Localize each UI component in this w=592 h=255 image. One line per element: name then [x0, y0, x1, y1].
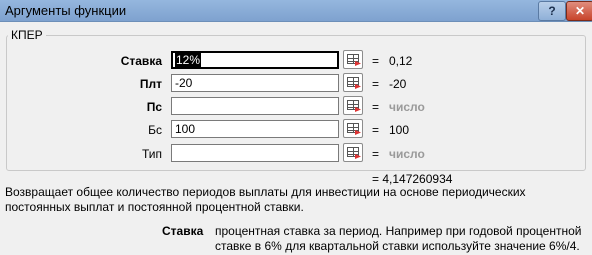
range-select-button-bs[interactable] [343, 119, 363, 138]
arg-input-stavka[interactable]: 12% [171, 51, 339, 69]
arg-value-plt: -20 [389, 77, 407, 91]
equals-sign: = [372, 100, 380, 114]
equals-sign: = [372, 54, 380, 68]
arg-input-bs[interactable]: 100 [171, 120, 339, 138]
range-select-button-plt[interactable] [343, 73, 363, 92]
equals-sign: = [372, 123, 380, 137]
current-arg-description: процентная ставка за период. Например пр… [215, 224, 582, 253]
arg-label-tip: Тип [141, 147, 162, 161]
arg-label-plt: Плт [139, 77, 162, 91]
arg-label-stavka: Ставка [120, 54, 162, 68]
function-description: Возвращает общее количество периодов вып… [5, 185, 526, 214]
arg-input-stavka-value: 12% [175, 53, 202, 67]
arg-label-ps: Пс [146, 100, 162, 114]
arg-value-tip: число [389, 147, 425, 161]
range-select-button-ps[interactable] [343, 96, 363, 115]
range-select-button-stavka[interactable] [343, 50, 363, 69]
current-arg-name: Ставка [162, 224, 204, 238]
arg-input-tip[interactable] [171, 144, 339, 162]
range-select-button-tip[interactable] [343, 143, 363, 162]
arg-input-bs-value: 100 [175, 122, 196, 136]
arg-input-plt-value: -20 [175, 76, 193, 90]
title-bar: Аргументы функции ? ✕ [0, 0, 592, 22]
equals-sign: = [372, 147, 380, 161]
arg-value-stavka: 0,12 [389, 54, 413, 68]
arg-value-ps: число [389, 100, 425, 114]
arg-value-bs: 100 [389, 123, 410, 137]
help-button[interactable]: ? [538, 1, 566, 21]
formula-result: = 4,147260934 [372, 172, 453, 186]
function-name: КПЕР [8, 28, 46, 42]
arg-input-ps[interactable] [171, 97, 339, 115]
arg-label-bs: Бс [148, 123, 162, 137]
window-title: Аргументы функции [5, 3, 127, 18]
arg-input-plt[interactable]: -20 [171, 74, 339, 92]
equals-sign: = [372, 77, 380, 91]
close-button[interactable]: ✕ [566, 1, 592, 21]
